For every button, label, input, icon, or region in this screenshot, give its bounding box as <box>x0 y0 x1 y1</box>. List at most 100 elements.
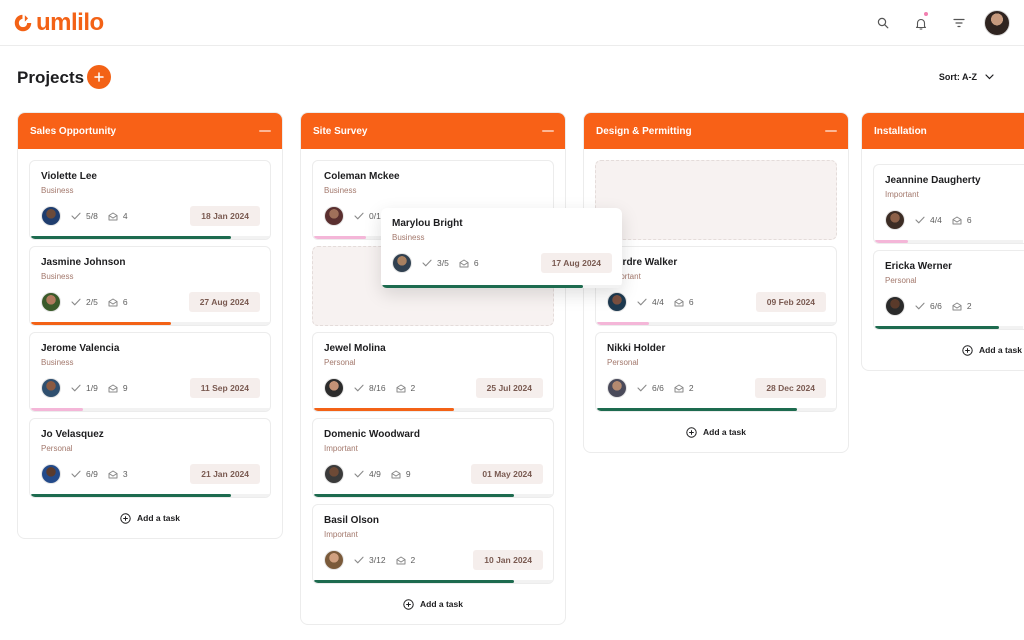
chevron-down-icon <box>985 74 994 80</box>
task-card[interactable]: Violette Lee Business 5/8 4 18 Jan 2024 <box>29 160 271 240</box>
logo[interactable]: umlilo <box>12 10 104 36</box>
filter-button[interactable] <box>940 9 978 37</box>
progress-fill <box>314 580 514 583</box>
checklist-count-value: 3/5 <box>437 258 449 268</box>
card-title: Jewel Molina <box>324 343 386 354</box>
task-card[interactable]: Ericka Werner Personal 6/6 2 <box>873 250 1024 330</box>
message-count: 6 <box>108 297 128 307</box>
sort-label: Sort: A-Z <box>938 72 977 82</box>
filter-icon <box>953 18 965 28</box>
progress-fill <box>314 494 514 497</box>
progress-fill <box>875 326 1000 329</box>
checkmark-icon <box>422 259 432 267</box>
column-menu-icon[interactable] <box>825 130 837 132</box>
checklist-count: 6/6 <box>637 383 664 393</box>
task-card[interactable]: Basil Olson Important 3/12 2 10 Jan 2024 <box>312 504 554 584</box>
checkmark-icon <box>354 556 364 564</box>
progress-bar <box>597 408 835 411</box>
user-avatar[interactable] <box>984 10 1010 36</box>
task-card[interactable]: Jo Velasquez Personal 6/9 3 21 Jan 2024 <box>29 418 271 498</box>
column-design-permitting: Design & Permitting Deirdre Walker Import… <box>583 112 849 453</box>
card-title: Jerome Valencia <box>41 343 120 354</box>
column-menu-icon[interactable] <box>259 130 271 132</box>
assignee-avatar[interactable] <box>324 206 344 226</box>
checklist-count-value: 4/9 <box>369 469 381 479</box>
checklist-count: 6/6 <box>915 301 942 311</box>
assignee-avatar[interactable] <box>607 292 627 312</box>
assignee-avatar[interactable] <box>392 253 412 273</box>
column-header: Installation <box>862 113 1024 149</box>
message-count: 9 <box>108 383 128 393</box>
due-date-badge: 09 Feb 2024 <box>755 292 826 312</box>
assignee-avatar[interactable] <box>41 206 61 226</box>
task-card[interactable]: Jerome Valencia Business 1/9 9 11 Sep 2024 <box>29 332 271 412</box>
add-task-label: Add a task <box>420 599 463 609</box>
message-icon <box>108 384 118 392</box>
add-task-button[interactable]: Add a task <box>873 336 1024 364</box>
progress-fill <box>31 408 84 411</box>
message-icon <box>674 298 684 306</box>
task-card[interactable]: Jeannine Daugherty Important 4/4 6 <box>873 164 1024 244</box>
task-card[interactable]: Jewel Molina Personal 8/16 2 25 Jul 2024 <box>312 332 554 412</box>
notification-dot <box>924 12 928 16</box>
checklist-count-value: 1/9 <box>86 383 98 393</box>
assignee-avatar[interactable] <box>324 550 344 570</box>
add-task-button[interactable]: Add a task <box>312 590 554 618</box>
dragging-task-card[interactable]: Marylou Bright Business 3/5 6 17 Aug 2024 <box>381 208 622 288</box>
progress-bar <box>31 494 269 497</box>
message-count: 2 <box>674 383 694 393</box>
task-card[interactable]: Nikki Holder Personal 6/6 2 28 Dec 2024 <box>595 332 837 412</box>
column-site-survey: Site Survey Coleman Mckee Business 0/1 Jew… <box>300 112 566 625</box>
message-icon <box>396 556 406 564</box>
checklist-count-value: 0/1 <box>369 211 381 221</box>
sort-dropdown[interactable]: Sort: A-Z <box>939 72 994 82</box>
task-card[interactable]: Deirdre Walker Important 4/4 6 09 Feb 2024 <box>595 246 837 326</box>
card-title: Nikki Holder <box>607 343 666 354</box>
card-category: Business <box>41 358 74 367</box>
card-category: Important <box>885 190 919 199</box>
checkmark-icon <box>637 384 647 392</box>
assignee-avatar[interactable] <box>41 378 61 398</box>
progress-fill <box>31 322 172 325</box>
progress-bar <box>31 408 269 411</box>
message-count-value: 9 <box>122 383 128 393</box>
progress-bar <box>31 236 269 239</box>
add-task-button[interactable]: Add a task <box>595 418 837 446</box>
card-title: Deirdre Walker <box>607 257 678 268</box>
assignee-avatar[interactable] <box>324 378 344 398</box>
page-title: Projects <box>17 68 85 87</box>
message-icon <box>459 259 469 267</box>
task-card[interactable]: Jasmine Johnson Business 2/5 6 27 Aug 2024 <box>29 246 271 326</box>
add-task-button[interactable]: Add a task <box>29 504 271 532</box>
assignee-avatar[interactable] <box>324 464 344 484</box>
due-date-badge: 27 Aug 2024 <box>188 292 260 312</box>
plus-circle-icon <box>686 426 697 438</box>
add-project-button[interactable] <box>87 65 111 89</box>
task-card[interactable]: Domenic Woodward Important 4/9 9 01 May 2024 <box>312 418 554 498</box>
progress-bar <box>875 240 1023 243</box>
assignee-avatar[interactable] <box>607 378 627 398</box>
checkmark-icon <box>71 212 81 220</box>
checklist-count: 2/5 <box>71 297 98 307</box>
column-menu-icon[interactable] <box>542 130 554 132</box>
assignee-avatar[interactable] <box>41 292 61 312</box>
checklist-count: 6/9 <box>71 469 98 479</box>
progress-fill <box>314 408 455 411</box>
due-date-badge: 18 Jan 2024 <box>190 206 260 226</box>
progress-bar <box>314 580 552 583</box>
message-count: 2 <box>396 383 415 393</box>
search-button[interactable] <box>864 9 902 37</box>
assignee-avatar[interactable] <box>885 296 905 316</box>
column-header: Sales Opportunity <box>18 113 282 149</box>
card-title: Ericka Werner <box>885 261 953 272</box>
checkmark-icon <box>915 302 925 310</box>
assignee-avatar[interactable] <box>885 210 905 230</box>
message-count: 2 <box>396 555 415 565</box>
message-icon <box>952 302 962 310</box>
card-category: Business <box>392 233 425 242</box>
checkmark-icon <box>354 470 364 478</box>
assignee-avatar[interactable] <box>41 464 61 484</box>
message-count-value: 6 <box>473 258 479 268</box>
column-title: Sales Opportunity <box>30 125 117 137</box>
notifications-button[interactable] <box>902 9 940 37</box>
